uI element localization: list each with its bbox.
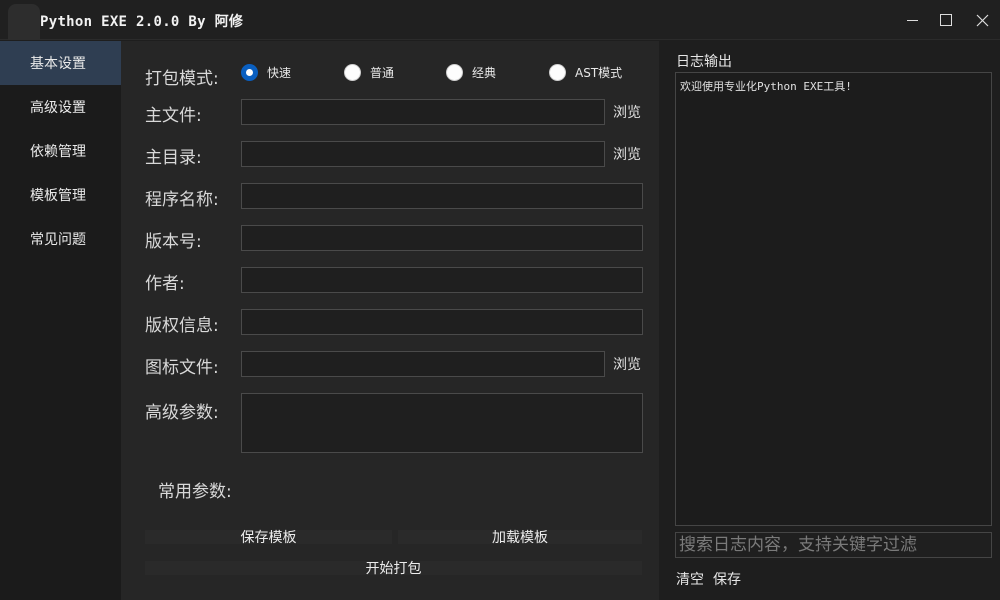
save-template-button[interactable]: 保存模板: [145, 530, 392, 546]
radio-checked-icon: [241, 64, 258, 81]
main-file-input[interactable]: [241, 99, 605, 125]
radio-label: 快速: [267, 66, 292, 80]
sidebar-item-template-management[interactable]: 模板管理: [0, 173, 121, 217]
minimize-icon: [906, 19, 918, 21]
program-name-label: 程序名称:: [145, 190, 219, 210]
radio-unchecked-icon: [549, 64, 566, 81]
main-file-browse-button[interactable]: 浏览: [613, 102, 641, 122]
close-icon: [976, 14, 988, 26]
author-input[interactable]: [241, 267, 643, 293]
sidebar-item-advanced-settings[interactable]: 高级设置: [0, 85, 121, 129]
minimize-button[interactable]: [894, 0, 930, 40]
log-output[interactable]: 欢迎使用专业化Python EXE工具!: [675, 72, 992, 526]
icon-file-label: 图标文件:: [145, 358, 219, 378]
sidebar-item-basic-settings[interactable]: 基本设置: [0, 41, 121, 85]
icon-file-input[interactable]: [241, 351, 605, 377]
radio-pack-mode-ast[interactable]: AST模式: [549, 64, 622, 81]
version-input[interactable]: [241, 225, 643, 251]
radio-pack-mode-classic[interactable]: 经典: [446, 64, 496, 81]
sidebar: 基本设置 高级设置 依赖管理 模板管理 常见问题: [0, 41, 121, 600]
main-dir-input[interactable]: [241, 141, 605, 167]
program-name-input[interactable]: [241, 183, 643, 209]
copyright-label: 版权信息:: [145, 316, 219, 336]
maximize-button[interactable]: [928, 0, 964, 40]
load-template-button[interactable]: 加载模板: [398, 530, 642, 546]
sidebar-item-dependency-management[interactable]: 依赖管理: [0, 129, 121, 173]
app-icon: [8, 4, 40, 40]
author-label: 作者:: [145, 274, 185, 294]
radio-pack-mode-normal[interactable]: 普通: [344, 64, 394, 81]
common-params-label: 常用参数:: [158, 482, 232, 502]
log-clear-button[interactable]: 清空: [676, 569, 704, 589]
main-dir-label: 主目录:: [145, 148, 202, 168]
close-button[interactable]: [964, 0, 1000, 40]
start-pack-button[interactable]: 开始打包: [145, 561, 642, 577]
radio-pack-mode-fast[interactable]: 快速: [241, 64, 291, 81]
icon-file-browse-button[interactable]: 浏览: [613, 354, 641, 374]
maximize-icon: [940, 14, 952, 26]
main-dir-browse-button[interactable]: 浏览: [613, 144, 641, 164]
main-file-label: 主文件:: [145, 106, 202, 126]
log-title: 日志输出: [676, 54, 732, 70]
radio-unchecked-icon: [446, 64, 463, 81]
advanced-params-textarea[interactable]: [241, 393, 643, 453]
sidebar-item-faq[interactable]: 常见问题: [0, 217, 121, 261]
radio-label: 普通: [370, 66, 395, 80]
window-title: Python EXE 2.0.0 By 阿修: [40, 14, 244, 30]
pack-mode-label: 打包模式:: [145, 69, 219, 89]
log-line: 欢迎使用专业化Python EXE工具!: [680, 80, 852, 93]
radio-unchecked-icon: [344, 64, 361, 81]
radio-label: AST模式: [575, 66, 623, 80]
radio-label: 经典: [472, 66, 497, 80]
log-save-button[interactable]: 保存: [713, 569, 741, 589]
advanced-params-label: 高级参数:: [145, 403, 219, 423]
log-search-input[interactable]: [675, 532, 992, 558]
copyright-input[interactable]: [241, 309, 643, 335]
version-label: 版本号:: [145, 232, 202, 252]
title-bar: Python EXE 2.0.0 By 阿修: [0, 0, 1000, 40]
